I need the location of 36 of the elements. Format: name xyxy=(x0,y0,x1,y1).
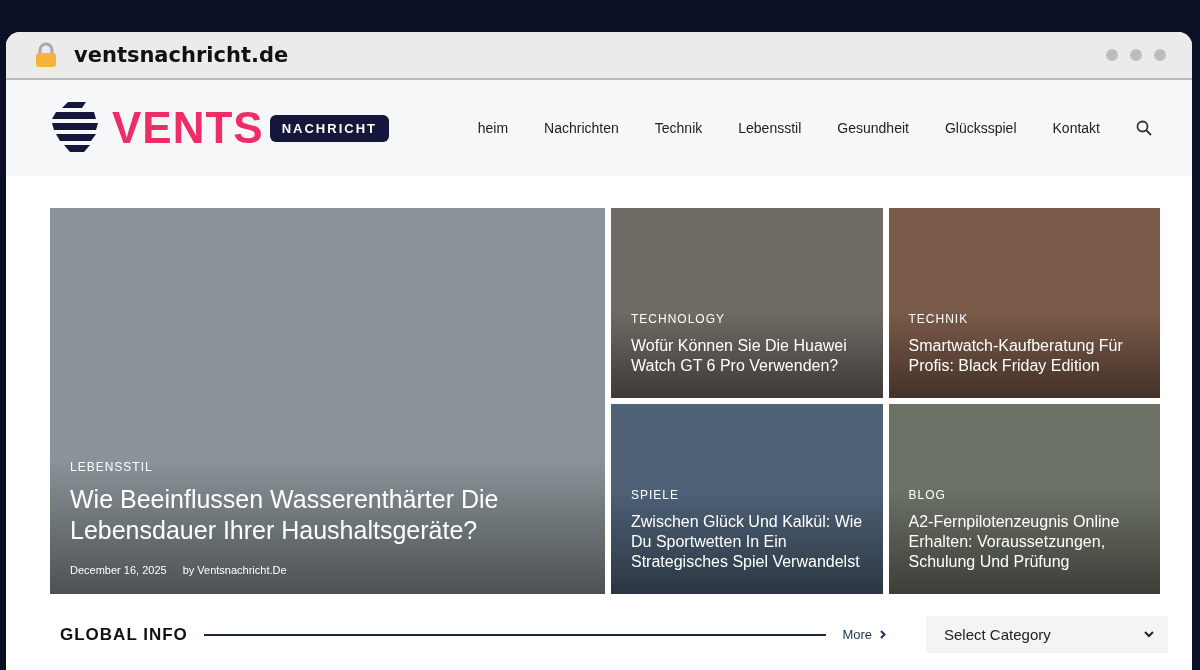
category-select[interactable]: Select Category xyxy=(926,616,1168,653)
window-dot-icon xyxy=(1130,49,1142,61)
logo-wordmark[interactable]: VENTS xyxy=(112,103,264,153)
search-icon[interactable] xyxy=(1136,120,1152,136)
article-card[interactable]: SPIELE Zwischen Glück Und Kalkül: Wie Du Sportwetten In Ein Strategisches Spiel Verwandelst xyxy=(611,404,883,594)
article-title[interactable]: Wie Beeinflussen Wasserenthärter Die Lebensdauer Ihrer Haushaltsgeräte? xyxy=(70,483,585,546)
category-label[interactable]: TECHNIK xyxy=(908,312,1140,326)
chevron-right-icon xyxy=(880,630,886,639)
address-bar-url[interactable]: ventsnachricht.de xyxy=(74,43,289,67)
nav-link[interactable]: Kontakt xyxy=(1052,120,1100,136)
article-title[interactable]: Wofür Können Sie Die Huawei Watch GT 6 Pro Verwenden? xyxy=(631,336,863,376)
category-label[interactable]: TECHNOLOGY xyxy=(631,312,863,326)
lock-icon xyxy=(34,42,58,68)
article-title[interactable]: Smartwatch-Kaufberatung Für Profis: Black Friday Edition xyxy=(908,336,1140,376)
more-link[interactable]: More xyxy=(842,627,872,642)
window-dot-icon xyxy=(1154,49,1166,61)
featured-article-card[interactable]: LEBENSSTIL Wie Beeinflussen Wasserenthärter Die Lebensdauer Ihrer Haushaltsgeräte? December 16, 2025 by Ventsnachricht.De xyxy=(50,208,605,594)
post-date: December 16, 2025 xyxy=(70,564,167,576)
article-title[interactable]: Zwischen Glück Und Kalkül: Wie Du Sportwetten In Ein Strategisches Spiel Verwandelst xyxy=(631,512,863,572)
nav-link[interactable]: heim xyxy=(477,120,509,136)
post-author: by Ventsnachricht.De xyxy=(182,564,287,576)
window-dot-icon xyxy=(1106,49,1118,61)
nav-link[interactable]: Glücksspiel xyxy=(944,120,1017,136)
article-card[interactable]: TECHNIK Smartwatch-Kaufberatung Für Profis: Black Friday Edition xyxy=(888,208,1160,398)
article-title[interactable]: A2-Fernpilotenzeugnis Online Erhalten: Voraussetzungen, Schulung Und Prüfung xyxy=(908,512,1140,572)
category-label[interactable]: BLOG xyxy=(908,488,1140,502)
chevron-down-icon xyxy=(1144,631,1154,638)
section-title: GLOBAL INFO xyxy=(60,624,188,645)
article-card[interactable]: TECHNOLOGY Wofür Können Sie Die Huawei Watch GT 6 Pro Verwenden? xyxy=(611,208,883,398)
logo-badge[interactable]: NACHRICHT xyxy=(269,114,389,142)
nav-link[interactable]: Gesundheit xyxy=(837,120,909,136)
nav-link[interactable]: Technik xyxy=(654,120,703,136)
category-label[interactable]: SPIELE xyxy=(631,488,863,502)
nav-link[interactable]: Nachrichten xyxy=(544,120,619,136)
article-card[interactable]: BLOG A2-Fernpilotenzeugnis Online Erhalten: Voraussetzungen, Schulung Und Prüfung xyxy=(888,404,1160,594)
nav-link[interactable]: Lebensstil xyxy=(738,120,802,136)
